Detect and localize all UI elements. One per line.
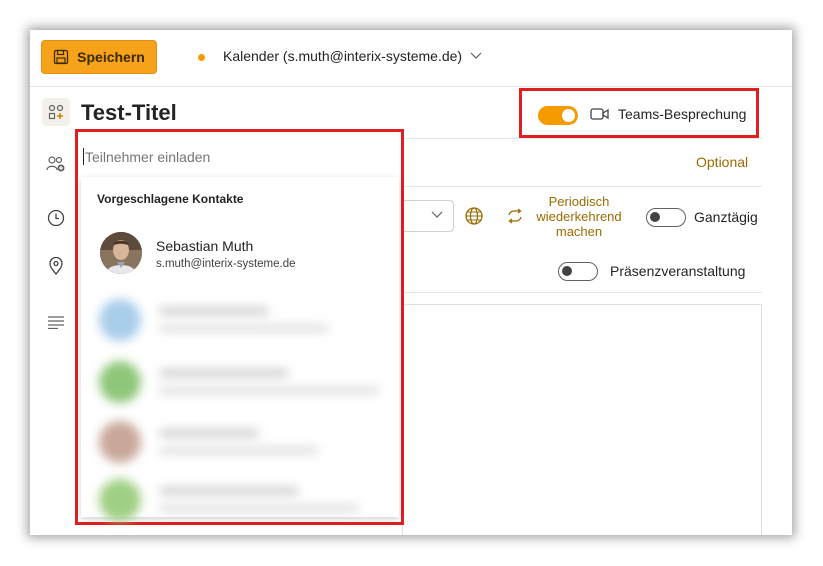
divider (402, 292, 762, 293)
invite-attendees-input[interactable] (81, 145, 385, 169)
suggested-contacts-dropdown: Vorgeschlagene Kontakte Sebastian Muth s… (81, 177, 399, 521)
blurred-contact-item[interactable] (95, 417, 385, 473)
calendar-select[interactable]: Kalender (s.muth@interix-systeme.de) (223, 48, 482, 64)
optional-attendees-link[interactable]: Optional (696, 154, 748, 170)
teams-meeting-highlight: Teams-Besprechung (519, 88, 759, 138)
calendar-select-label: Kalender (s.muth@interix-systeme.de) (223, 48, 463, 64)
all-day-toggle[interactable] (646, 208, 686, 227)
save-icon (53, 49, 69, 65)
text-caret (83, 148, 84, 165)
all-day-label: Ganztägig (694, 209, 758, 225)
calendar-color-dot (198, 54, 205, 61)
time-dropdown[interactable] (402, 200, 454, 232)
attendees-highlight: Vorgeschlagene Kontakte Sebastian Muth s… (75, 129, 404, 525)
description-icon[interactable] (42, 308, 70, 336)
chevron-down-icon (470, 52, 482, 59)
contact-name: Sebastian Muth (156, 238, 254, 254)
repeat-icon[interactable] (506, 208, 524, 224)
teams-meeting-toggle[interactable] (538, 106, 578, 125)
location-icon[interactable] (42, 252, 70, 280)
blurred-contact-item[interactable] (95, 475, 385, 531)
event-body-editor[interactable] (402, 304, 762, 535)
in-person-toggle[interactable] (558, 262, 598, 281)
recurring-button[interactable]: Periodisch wiederkehrend machen (524, 194, 634, 239)
event-type-icon[interactable] (42, 98, 70, 126)
avatar (100, 232, 142, 274)
save-button-label: Speichern (77, 49, 145, 65)
in-person-label: Präsenzveranstaltung (610, 263, 746, 279)
blurred-contact-item[interactable] (95, 295, 385, 351)
attendees-icon[interactable] (42, 150, 70, 178)
save-button[interactable]: Speichern (41, 40, 157, 74)
suggested-contacts-heading: Vorgeschlagene Kontakte (97, 192, 244, 206)
globe-icon[interactable] (464, 206, 484, 226)
blurred-contact-item[interactable] (95, 357, 385, 413)
contact-email: s.muth@interix-systeme.de (156, 258, 296, 270)
video-camera-icon (590, 108, 609, 120)
clock-icon[interactable] (42, 204, 70, 232)
calendar-event-window: Speichern Kalender (s.muth@interix-syste… (30, 30, 792, 535)
divider (402, 186, 762, 187)
toolbar: Speichern Kalender (s.muth@interix-syste… (30, 30, 792, 87)
teams-meeting-label: Teams-Besprechung (618, 106, 747, 122)
event-title[interactable]: Test-Titel (81, 100, 177, 126)
chevron-down-icon (431, 211, 443, 218)
